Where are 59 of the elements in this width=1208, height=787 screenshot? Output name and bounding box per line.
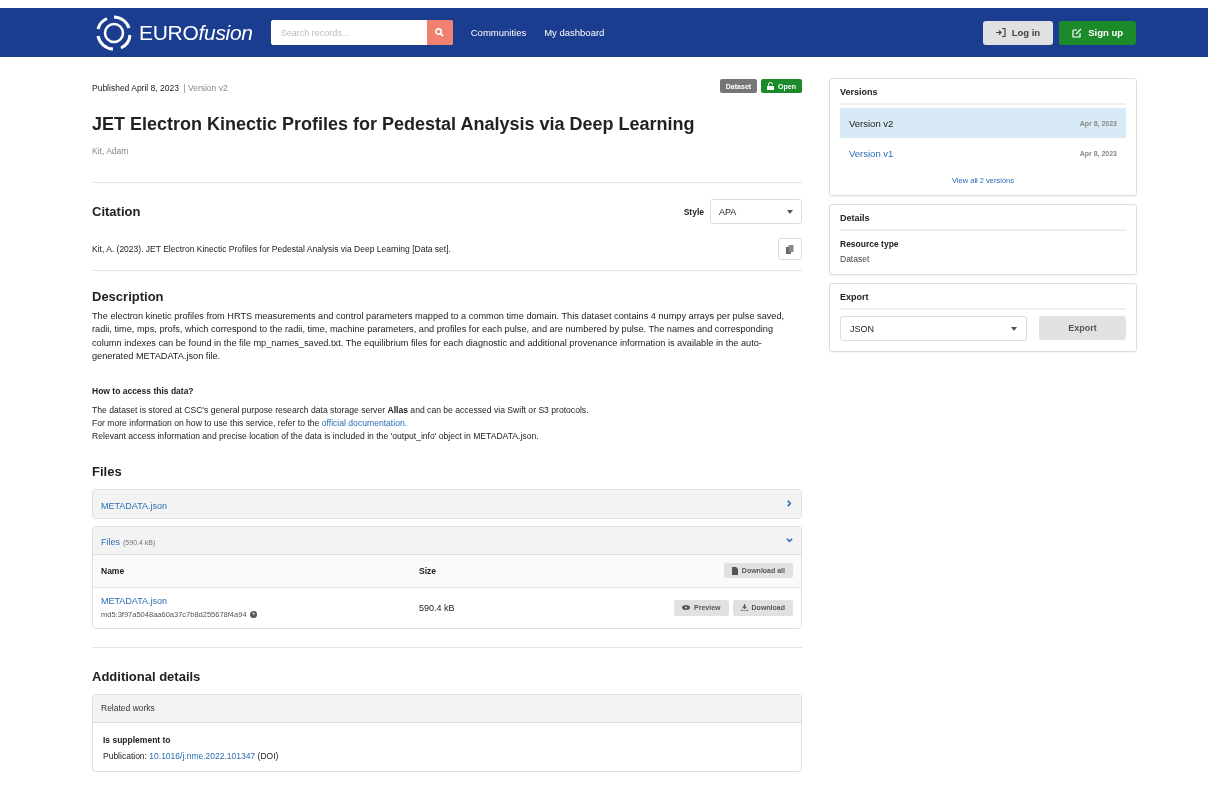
nav-link[interactable]: My dashboard [544,27,605,38]
search-field[interactable]: Search records... [270,20,453,45]
copy-icon [786,244,794,254]
documentation-link[interactable]: official documentation. [321,418,408,429]
detail-label: Resource type [840,239,900,249]
panel-title: Related works [101,703,155,714]
format-select[interactable]: JSON [840,316,1027,341]
logo-icon[interactable] [95,13,133,52]
logo-text[interactable]: EUROfusion [139,20,253,45]
file-icon [731,566,738,575]
signup-button[interactable]: Sign up [1059,20,1136,45]
publication-text: Publication: 10.1016/j.nme.2022.101347 (DOI) [103,750,280,761]
style-label: Style [683,206,704,217]
version-label: | Version v2 [183,83,228,93]
subheading: How to access this data? [92,385,195,396]
section-heading: Additional details [92,668,202,684]
caret-icon [787,209,793,214]
doi-link[interactable]: 10.1016/j.nme.2022.101347 [149,750,256,761]
card-heading: Export [840,292,1126,310]
card-heading: Versions [840,87,1126,105]
creator-name[interactable]: Kit, Adam [92,146,802,156]
chevron-right-icon[interactable] [786,500,793,508]
edit-icon [1072,27,1083,38]
detail-value: Dataset [840,254,871,264]
section-heading: Citation [92,204,141,219]
style-select[interactable]: APA [710,199,802,224]
panel-header[interactable]: METADATA.json [93,489,801,518]
file-size: 590.4 kB [419,602,456,613]
search-button[interactable] [426,20,453,45]
description-text: The electron kinetic profiles from HRTS measurements and control parameters mapped to a common time domain. This dataset contains 4 numpy arrays per pulse saved, radii, time, mps, profs, which correspond to the radii, time, machine parameters, and profiles for each pulse, and are numbered by pulse. The names and corresponding column indexes can be found in the file mp_names_saved.txt. The equilibrium files for each diagnostic and additional provenance information is available in the auto-generated METADATA.json file. [92,310,786,364]
panel-title[interactable]: METADATA.json [101,500,167,511]
chevron-down-icon[interactable] [786,536,793,544]
version-label[interactable]: Version v2 [849,117,894,129]
caret-icon [1011,326,1017,331]
version-label[interactable]: Version v1 [849,147,894,159]
export-button[interactable]: Export [1039,316,1126,340]
download-icon [740,604,748,612]
column-header: Name [101,565,126,576]
citation-text: Kit, A. (2023). JET Electron Kinectic Profiles for Pedestal Analysis via Deep Learning [Data set]. [92,244,451,254]
section-heading: Files [92,463,123,479]
sign-in-icon [995,28,1006,37]
info-text: For more information on how to use this service, refer to the official documentation. [92,417,409,431]
info-text: Relevant access information and precise location of the data is included in the 'output_info' object in METADATA.json. [92,430,540,444]
relation-label: Is supplement to [103,734,172,745]
login-button[interactable]: Log in [982,20,1054,45]
section-heading: Description [92,289,165,304]
file-link[interactable]: METADATA.json [101,596,419,607]
search-icon [435,28,445,37]
publication-date: Published April 8, 2023 [92,83,179,93]
lock-icon [767,82,775,90]
card-heading: Details [840,213,1126,231]
column-header: Size [419,565,437,576]
info-text: The dataset is stored at CSC's general purpose research data storage server Allas and can be accessed via Swift or S3 protocols. [92,403,590,417]
eye-icon [682,605,691,611]
nav-link[interactable]: Communities [470,27,527,38]
copy-button[interactable] [778,238,802,260]
panel-title[interactable]: Files [101,537,120,548]
help-icon[interactable] [249,611,257,619]
record-title: JET Electron Kinectic Profiles for Pedestal Analysis via Deep Learning [92,114,696,135]
